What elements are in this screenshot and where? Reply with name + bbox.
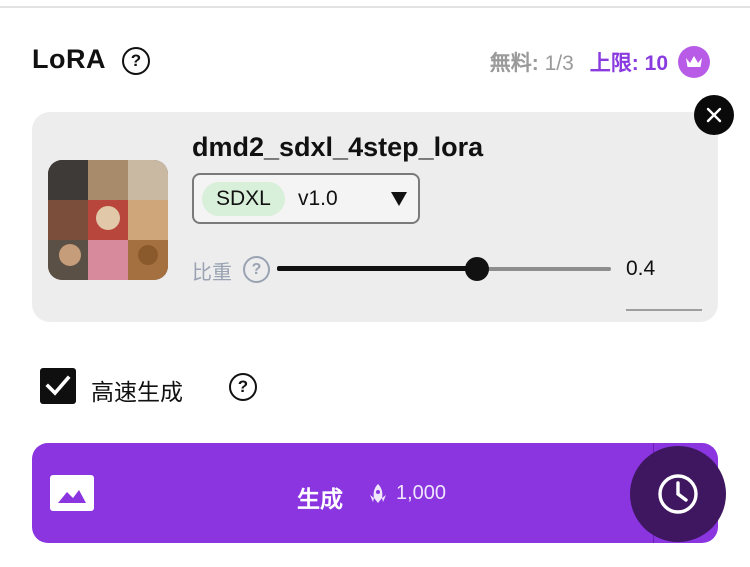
quota-info: 無料: 1/3 上限: 10 [490,46,710,78]
close-button[interactable] [694,95,734,135]
image-icon[interactable] [50,475,94,511]
rocket-coin-icon [367,483,389,510]
limit-quota: 上限: 10 [589,52,668,75]
section-title: LoRA [32,44,106,74]
crown-icon[interactable] [678,46,710,78]
weight-label: 比重 [192,262,232,284]
lora-header: LoRA ? 無料: 1/3 上限: 10 [32,40,718,80]
fast-generation-checkbox[interactable] [40,368,76,404]
generate-button[interactable]: 生成 1,000 [32,443,718,543]
weight-value-underline [626,309,702,311]
caret-down-icon [390,191,408,212]
weight-help-icon[interactable]: ? [243,256,270,283]
lora-thumbnail [48,160,168,280]
lora-card: dmd2_sdxl_4step_lora SDXL v1.0 比重 ? 0.4 [32,112,718,322]
clock-icon [658,474,698,514]
close-icon [706,107,722,123]
fast-help-icon[interactable]: ? [229,373,257,401]
history-button[interactable] [630,446,726,542]
fast-generation-label: 高速生成 [91,379,183,405]
version-select[interactable]: SDXL v1.0 [192,173,420,224]
weight-value[interactable]: 0.4 [626,257,655,281]
base-model-chip: SDXL [202,182,285,216]
checkmark-icon [45,375,71,396]
help-icon[interactable]: ? [122,47,150,75]
generate-cost: 1,000 [396,482,447,504]
version-value: v1.0 [298,187,338,210]
slider-handle[interactable] [465,257,489,281]
generate-label: 生成 [297,486,343,512]
free-quota: 無料: 1/3 [489,52,574,75]
weight-slider[interactable] [277,254,611,284]
top-divider [0,6,750,8]
model-name: dmd2_sdxl_4step_lora [192,132,484,162]
slider-fill [277,266,477,271]
